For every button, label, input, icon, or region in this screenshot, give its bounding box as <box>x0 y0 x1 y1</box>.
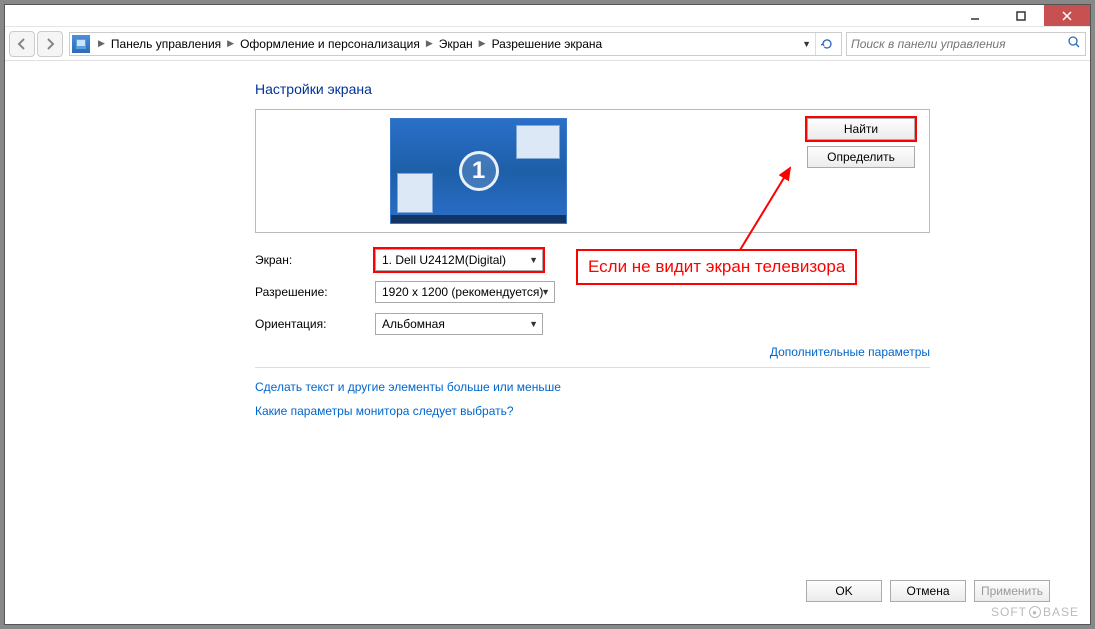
display-preview-panel: 1 Найти Определить <box>255 109 930 233</box>
navbar: ▶ Панель управления ▶ Оформление и персо… <box>5 27 1090 61</box>
orientation-select[interactable]: Альбомная ▼ <box>375 313 543 335</box>
dialog-footer: OK Отмена Применить <box>25 569 1070 616</box>
ok-button[interactable]: OK <box>806 580 882 602</box>
window-frame: ▶ Панель управления ▶ Оформление и персо… <box>4 4 1091 625</box>
advanced-settings-link[interactable]: Дополнительные параметры <box>770 345 930 359</box>
chevron-down-icon: ▼ <box>529 319 538 329</box>
breadcrumb-item[interactable]: Оформление и персонализация <box>238 37 422 51</box>
display-select-value: 1. Dell U2412M(Digital) <box>382 253 506 267</box>
breadcrumb-item[interactable]: Разрешение экрана <box>490 37 605 51</box>
chevron-right-icon: ▶ <box>475 38 490 49</box>
control-panel-icon <box>72 35 90 53</box>
cancel-button[interactable]: Отмена <box>890 580 966 602</box>
detect-button[interactable]: Найти <box>807 118 915 140</box>
nav-forward-button[interactable] <box>37 31 63 57</box>
page-title: Настройки экрана <box>255 81 930 97</box>
resolution-label: Разрешение: <box>255 285 375 299</box>
breadcrumb-item[interactable]: Экран <box>437 37 475 51</box>
preview-window-icon <box>516 125 560 159</box>
monitor-number-badge: 1 <box>459 151 499 191</box>
search-icon[interactable] <box>1067 35 1081 52</box>
titlebar <box>5 5 1090 27</box>
close-button[interactable] <box>1044 5 1090 26</box>
text-size-link[interactable]: Сделать текст и другие элементы больше и… <box>255 380 561 394</box>
annotation-callout: Если не видит экран телевизора <box>576 249 857 285</box>
resolution-select-value: 1920 x 1200 (рекомендуется) <box>382 285 543 299</box>
watermark: SOFT ● BASE <box>991 605 1079 619</box>
content-area: Настройки экрана 1 Найти Определить Экра… <box>5 61 1090 624</box>
orientation-select-value: Альбомная <box>382 317 445 331</box>
chevron-down-icon[interactable]: ▼ <box>802 39 811 49</box>
which-settings-link[interactable]: Какие параметры монитора следует выбрать… <box>255 404 514 418</box>
chevron-right-icon: ▶ <box>223 38 238 49</box>
display-label: Экран: <box>255 253 375 267</box>
chevron-down-icon: ▼ <box>541 287 550 297</box>
chevron-down-icon: ▼ <box>529 255 538 265</box>
minimize-button[interactable] <box>952 5 998 26</box>
identify-button[interactable]: Определить <box>807 146 915 168</box>
nav-back-button[interactable] <box>9 31 35 57</box>
search-box[interactable] <box>846 32 1086 56</box>
chevron-right-icon: ▶ <box>422 38 437 49</box>
apply-button: Применить <box>974 580 1050 602</box>
watermark-dot-icon: ● <box>1029 606 1041 618</box>
monitor-preview[interactable]: 1 <box>390 118 567 224</box>
resolution-select[interactable]: 1920 x 1200 (рекомендуется) ▼ <box>375 281 555 303</box>
breadcrumb-item[interactable]: Панель управления <box>109 37 223 51</box>
maximize-button[interactable] <box>998 5 1044 26</box>
divider <box>255 367 930 368</box>
chevron-right-icon: ▶ <box>94 38 109 49</box>
display-select[interactable]: 1. Dell U2412M(Digital) ▼ <box>375 249 543 271</box>
refresh-button[interactable] <box>815 33 837 55</box>
preview-taskbar <box>391 215 566 223</box>
watermark-text: BASE <box>1043 605 1079 619</box>
preview-window-icon <box>397 173 433 213</box>
watermark-text: SOFT <box>991 605 1027 619</box>
orientation-label: Ориентация: <box>255 317 375 331</box>
search-input[interactable] <box>851 37 1067 51</box>
address-bar[interactable]: ▶ Панель управления ▶ Оформление и персо… <box>69 32 842 56</box>
